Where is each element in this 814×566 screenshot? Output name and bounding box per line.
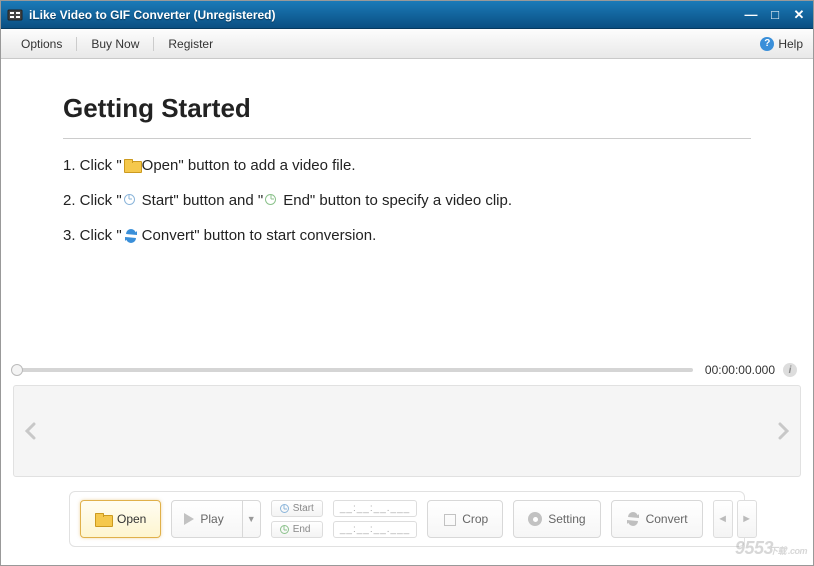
help-icon: ? [760,37,774,51]
gear-icon [528,512,542,526]
clock-start-icon [124,194,140,208]
minimize-button[interactable]: — [743,7,759,23]
getting-started-panel: Getting Started 1. Click " Open" button … [9,67,805,262]
clock-end-icon [280,525,289,534]
setting-button[interactable]: Setting [513,500,600,538]
start-button[interactable]: Start [271,500,323,517]
step-3: 3. Click " Convert" button to start conv… [63,227,751,244]
play-icon [184,513,194,525]
clock-start-icon [280,504,289,513]
start-end-stack: Start End [271,500,323,538]
divider [63,138,751,139]
step-2: 2. Click " Start" button and " End" butt… [63,192,751,209]
folder-icon [95,513,111,525]
play-button-label: Play [200,512,223,526]
crop-button[interactable]: Crop [427,500,503,538]
info-icon[interactable]: i [783,363,797,377]
strip-next-button[interactable] [774,421,792,441]
menu-separator [153,37,154,51]
content-area: Getting Started 1. Click " Open" button … [1,59,813,565]
menu-separator [76,37,77,51]
window-controls: — □ ✕ [743,7,807,23]
folder-icon [124,159,140,173]
frame-next-button[interactable]: ► [737,500,757,538]
bottom-toolbar: Open Play ▼ Start End [69,491,745,547]
menu-register[interactable]: Register [158,33,223,55]
step-1: 1. Click " Open" button to add a video f… [63,157,751,174]
menu-options[interactable]: Options [11,33,72,55]
menu-help[interactable]: ? Help [760,37,803,51]
clock-end-icon [265,194,281,208]
convert-label: Convert [646,512,688,526]
timeline-track[interactable] [17,368,693,372]
play-button[interactable]: Play ▼ [171,500,260,538]
close-button[interactable]: ✕ [791,7,807,23]
convert-button[interactable]: Convert [611,500,703,538]
setting-label: Setting [548,512,585,526]
getting-started-heading: Getting Started [63,93,751,124]
app-icon [7,7,23,23]
timeline: 00:00:00.000 i [9,363,805,377]
window-title: iLike Video to GIF Converter (Unregister… [29,8,743,22]
timecode: 00:00:00.000 [705,363,775,377]
open-button-label: Open [117,512,146,526]
end-label: End [293,524,311,535]
menu-buy-now[interactable]: Buy Now [81,33,149,55]
convert-icon [124,229,140,243]
app-window: iLike Video to GIF Converter (Unregister… [0,0,814,566]
play-dropdown[interactable]: ▼ [242,501,260,537]
frame-prev-button[interactable]: ◄ [713,500,733,538]
start-label: Start [293,503,314,514]
frame-nav: ◄ ► [713,500,757,538]
menu-help-label: Help [778,37,803,51]
crop-icon [442,512,456,526]
maximize-button[interactable]: □ [767,7,783,23]
time-out-input[interactable]: __:__:__.___ [333,521,417,538]
title-bar: iLike Video to GIF Converter (Unregister… [1,1,813,29]
timeline-playhead[interactable] [11,364,23,376]
convert-icon [626,512,640,526]
end-button[interactable]: End [271,521,323,538]
time-in-input[interactable]: __:__:__.___ [333,500,417,517]
strip-prev-button[interactable] [22,421,40,441]
time-stack: __:__:__.___ __:__:__.___ [333,500,417,538]
crop-label: Crop [462,512,488,526]
preview-strip [13,385,801,477]
menu-bar: Options Buy Now Register ? Help [1,29,813,59]
open-button[interactable]: Open [80,500,161,538]
